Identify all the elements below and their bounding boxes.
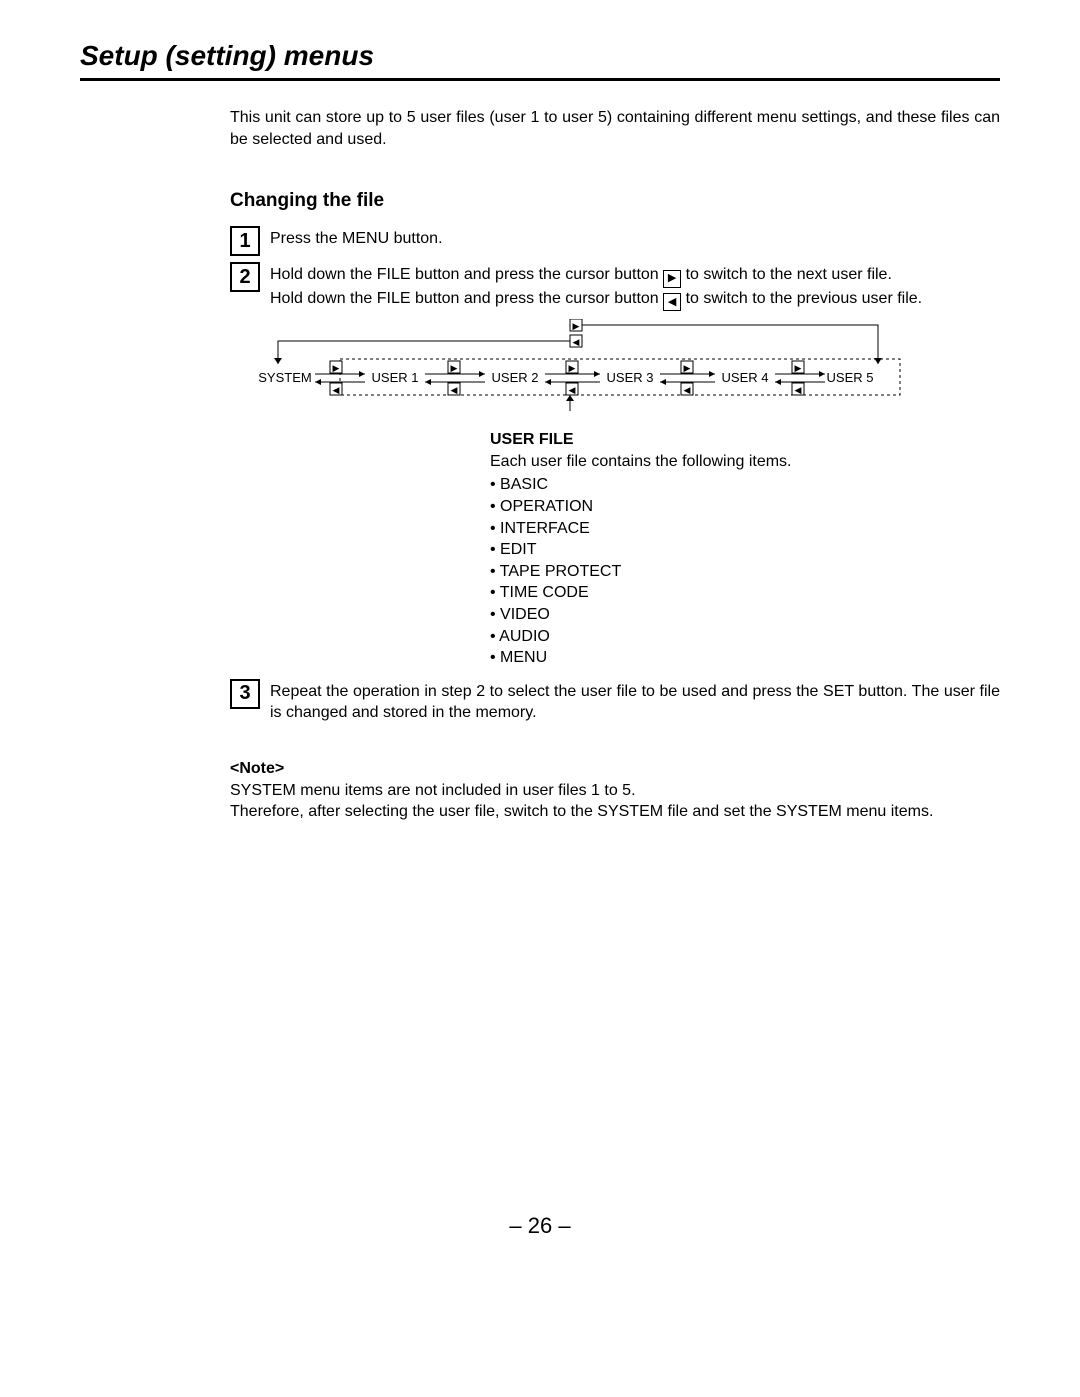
step-3-number: 3 (230, 679, 260, 709)
user-file-item: TIME CODE (490, 582, 1000, 604)
user-file-item: TAPE PROTECT (490, 561, 1000, 583)
svg-text:▶: ▶ (569, 363, 576, 373)
user-file-item: EDIT (490, 539, 1000, 561)
svg-text:▶: ▶ (795, 363, 802, 373)
step-1: 1 Press the MENU button. (230, 226, 1000, 256)
file-navigation-diagram: ▶ ◀ SYSTEM USER 1 USER 2 USER 3 USER 4 U… (230, 319, 1000, 419)
step-2: 2 Hold down the FILE button and press th… (230, 262, 1000, 311)
svg-text:▶: ▶ (451, 363, 458, 373)
step2-line2-pre: Hold down the FILE button and press the … (270, 290, 663, 307)
step-1-number: 1 (230, 226, 260, 256)
step-3: 3 Repeat the operation in step 2 to sele… (230, 679, 1000, 724)
note-line2: Therefore, after selecting the user file… (230, 801, 1000, 823)
cursor-left-icon: ◀ (663, 293, 681, 311)
diagram-node-user3: USER 3 (607, 370, 654, 385)
user-file-block: USER FILE Each user file contains the fo… (490, 429, 1000, 669)
svg-text:◀: ◀ (573, 337, 580, 347)
diagram-node-system: SYSTEM (258, 370, 311, 385)
page-number: – 26 – (80, 1213, 1000, 1239)
svg-text:◀: ◀ (451, 385, 458, 395)
svg-text:◀: ◀ (795, 385, 802, 395)
user-file-item: BASIC (490, 474, 1000, 496)
user-file-desc: Each user file contains the following it… (490, 451, 1000, 473)
cursor-right-icon: ▶ (663, 270, 681, 288)
step-1-text: Press the MENU button. (270, 226, 1000, 256)
user-file-item: AUDIO (490, 626, 1000, 648)
svg-text:◀: ◀ (333, 385, 340, 395)
step2-line2-post: to switch to the previous user file. (681, 290, 922, 307)
diagram-node-user1: USER 1 (372, 370, 419, 385)
svg-text:▶: ▶ (333, 363, 340, 373)
step2-line1-pre: Hold down the FILE button and press the … (270, 266, 663, 283)
note-label: <Note> (230, 758, 1000, 780)
user-file-item: OPERATION (490, 496, 1000, 518)
diagram-node-user2: USER 2 (492, 370, 539, 385)
svg-text:◀: ◀ (684, 385, 691, 395)
step-3-text: Repeat the operation in step 2 to select… (270, 679, 1000, 724)
user-file-item: VIDEO (490, 604, 1000, 626)
diagram-node-user5: USER 5 (827, 370, 874, 385)
note-line1: SYSTEM menu items are not included in us… (230, 780, 1000, 802)
step-2-text: Hold down the FILE button and press the … (270, 262, 1000, 311)
page-title: Setup (setting) menus (80, 40, 1000, 81)
svg-text:◀: ◀ (569, 385, 576, 395)
intro-text: This unit can store up to 5 user files (… (230, 107, 1000, 150)
note-block: <Note> SYSTEM menu items are not include… (230, 758, 1000, 823)
user-file-item: MENU (490, 647, 1000, 669)
user-file-title: USER FILE (490, 429, 1000, 451)
diagram-node-user4: USER 4 (722, 370, 769, 385)
step-2-number: 2 (230, 262, 260, 292)
svg-text:▶: ▶ (684, 363, 691, 373)
svg-text:▶: ▶ (573, 321, 580, 331)
user-file-item: INTERFACE (490, 518, 1000, 540)
step2-line1-post: to switch to the next user file. (681, 266, 892, 283)
sub-heading: Changing the file (230, 190, 1000, 212)
